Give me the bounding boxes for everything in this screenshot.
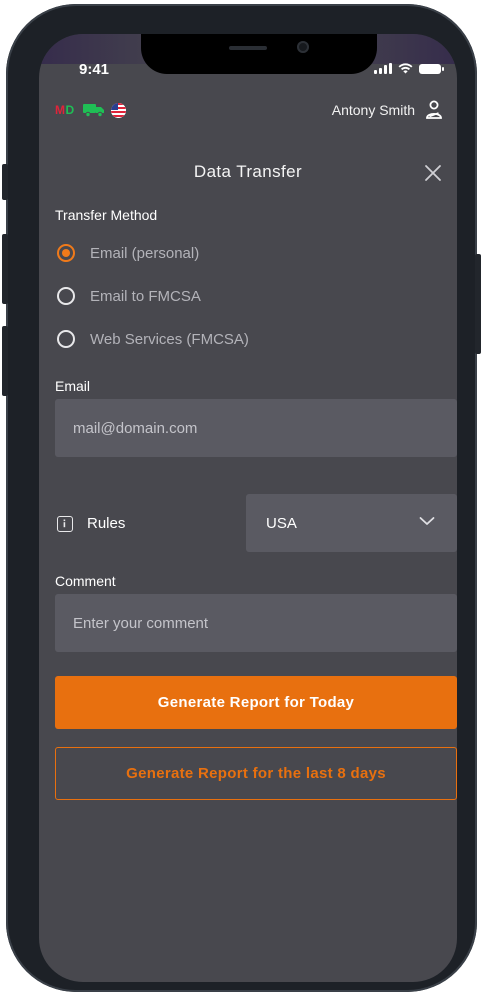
email-field[interactable]: mail@domain.com xyxy=(55,399,457,457)
radio-option-email-fmcsa[interactable]: Email to FMCSA xyxy=(57,287,201,305)
comment-label: Comment xyxy=(55,573,116,589)
email-label: Email xyxy=(55,378,91,394)
comment-placeholder: Enter your comment xyxy=(73,614,209,632)
dialog-title: Data Transfer xyxy=(193,162,303,181)
rules-selected-value: USA xyxy=(266,514,297,532)
rules-label: Rules xyxy=(87,515,126,532)
app-screen: 9:41 MD Antony Smith Data Transfer Trans… xyxy=(39,34,457,982)
usa-flag-icon[interactable] xyxy=(110,102,126,118)
user-icon xyxy=(426,100,442,119)
truck-icon[interactable] xyxy=(82,103,105,117)
wifi-icon xyxy=(398,63,413,74)
generate-report-today-button[interactable]: Generate Report for Today xyxy=(55,676,457,729)
dialog-header: Data Transfer xyxy=(39,162,457,186)
speaker xyxy=(229,46,267,50)
radio-button-selected[interactable] xyxy=(57,244,75,262)
radio-option-web-services[interactable]: Web Services (FMCSA) xyxy=(57,330,249,348)
radio-button[interactable] xyxy=(57,330,75,348)
email-placeholder: mail@domain.com xyxy=(73,419,198,437)
status-icons xyxy=(374,63,444,74)
mute-switch xyxy=(2,164,8,200)
rules-dropdown[interactable]: USA xyxy=(246,494,457,552)
close-icon[interactable] xyxy=(423,163,443,183)
app-header: MD Antony Smith xyxy=(55,98,443,122)
power-button xyxy=(475,254,481,354)
volume-down-button xyxy=(2,326,8,396)
chevron-down-icon xyxy=(419,517,435,525)
rules-row: Rules xyxy=(57,515,125,532)
info-icon[interactable] xyxy=(57,515,73,532)
user-name: Antony Smith xyxy=(331,102,415,118)
status-time: 9:41 xyxy=(79,61,110,78)
user-profile[interactable]: Antony Smith xyxy=(332,100,443,120)
radio-label: Email (personal) xyxy=(90,244,200,262)
front-camera xyxy=(297,41,309,53)
comment-field[interactable]: Enter your comment xyxy=(55,594,457,652)
volume-up-button xyxy=(2,234,8,304)
phone-frame: 9:41 MD Antony Smith Data Transfer Trans… xyxy=(2,4,481,992)
cellular-signal-icon xyxy=(374,63,392,74)
radio-option-email-personal[interactable]: Email (personal) xyxy=(57,244,199,262)
generate-report-8-days-button[interactable]: Generate Report for the last 8 days xyxy=(55,747,457,800)
radio-label: Web Services (FMCSA) xyxy=(90,330,249,348)
battery-icon xyxy=(419,63,444,74)
radio-label: Email to FMCSA xyxy=(90,287,201,305)
notch xyxy=(141,34,377,74)
radio-button[interactable] xyxy=(57,287,75,305)
transfer-method-label: Transfer Method xyxy=(55,207,158,223)
driver-status-badge[interactable]: MD xyxy=(55,103,75,117)
